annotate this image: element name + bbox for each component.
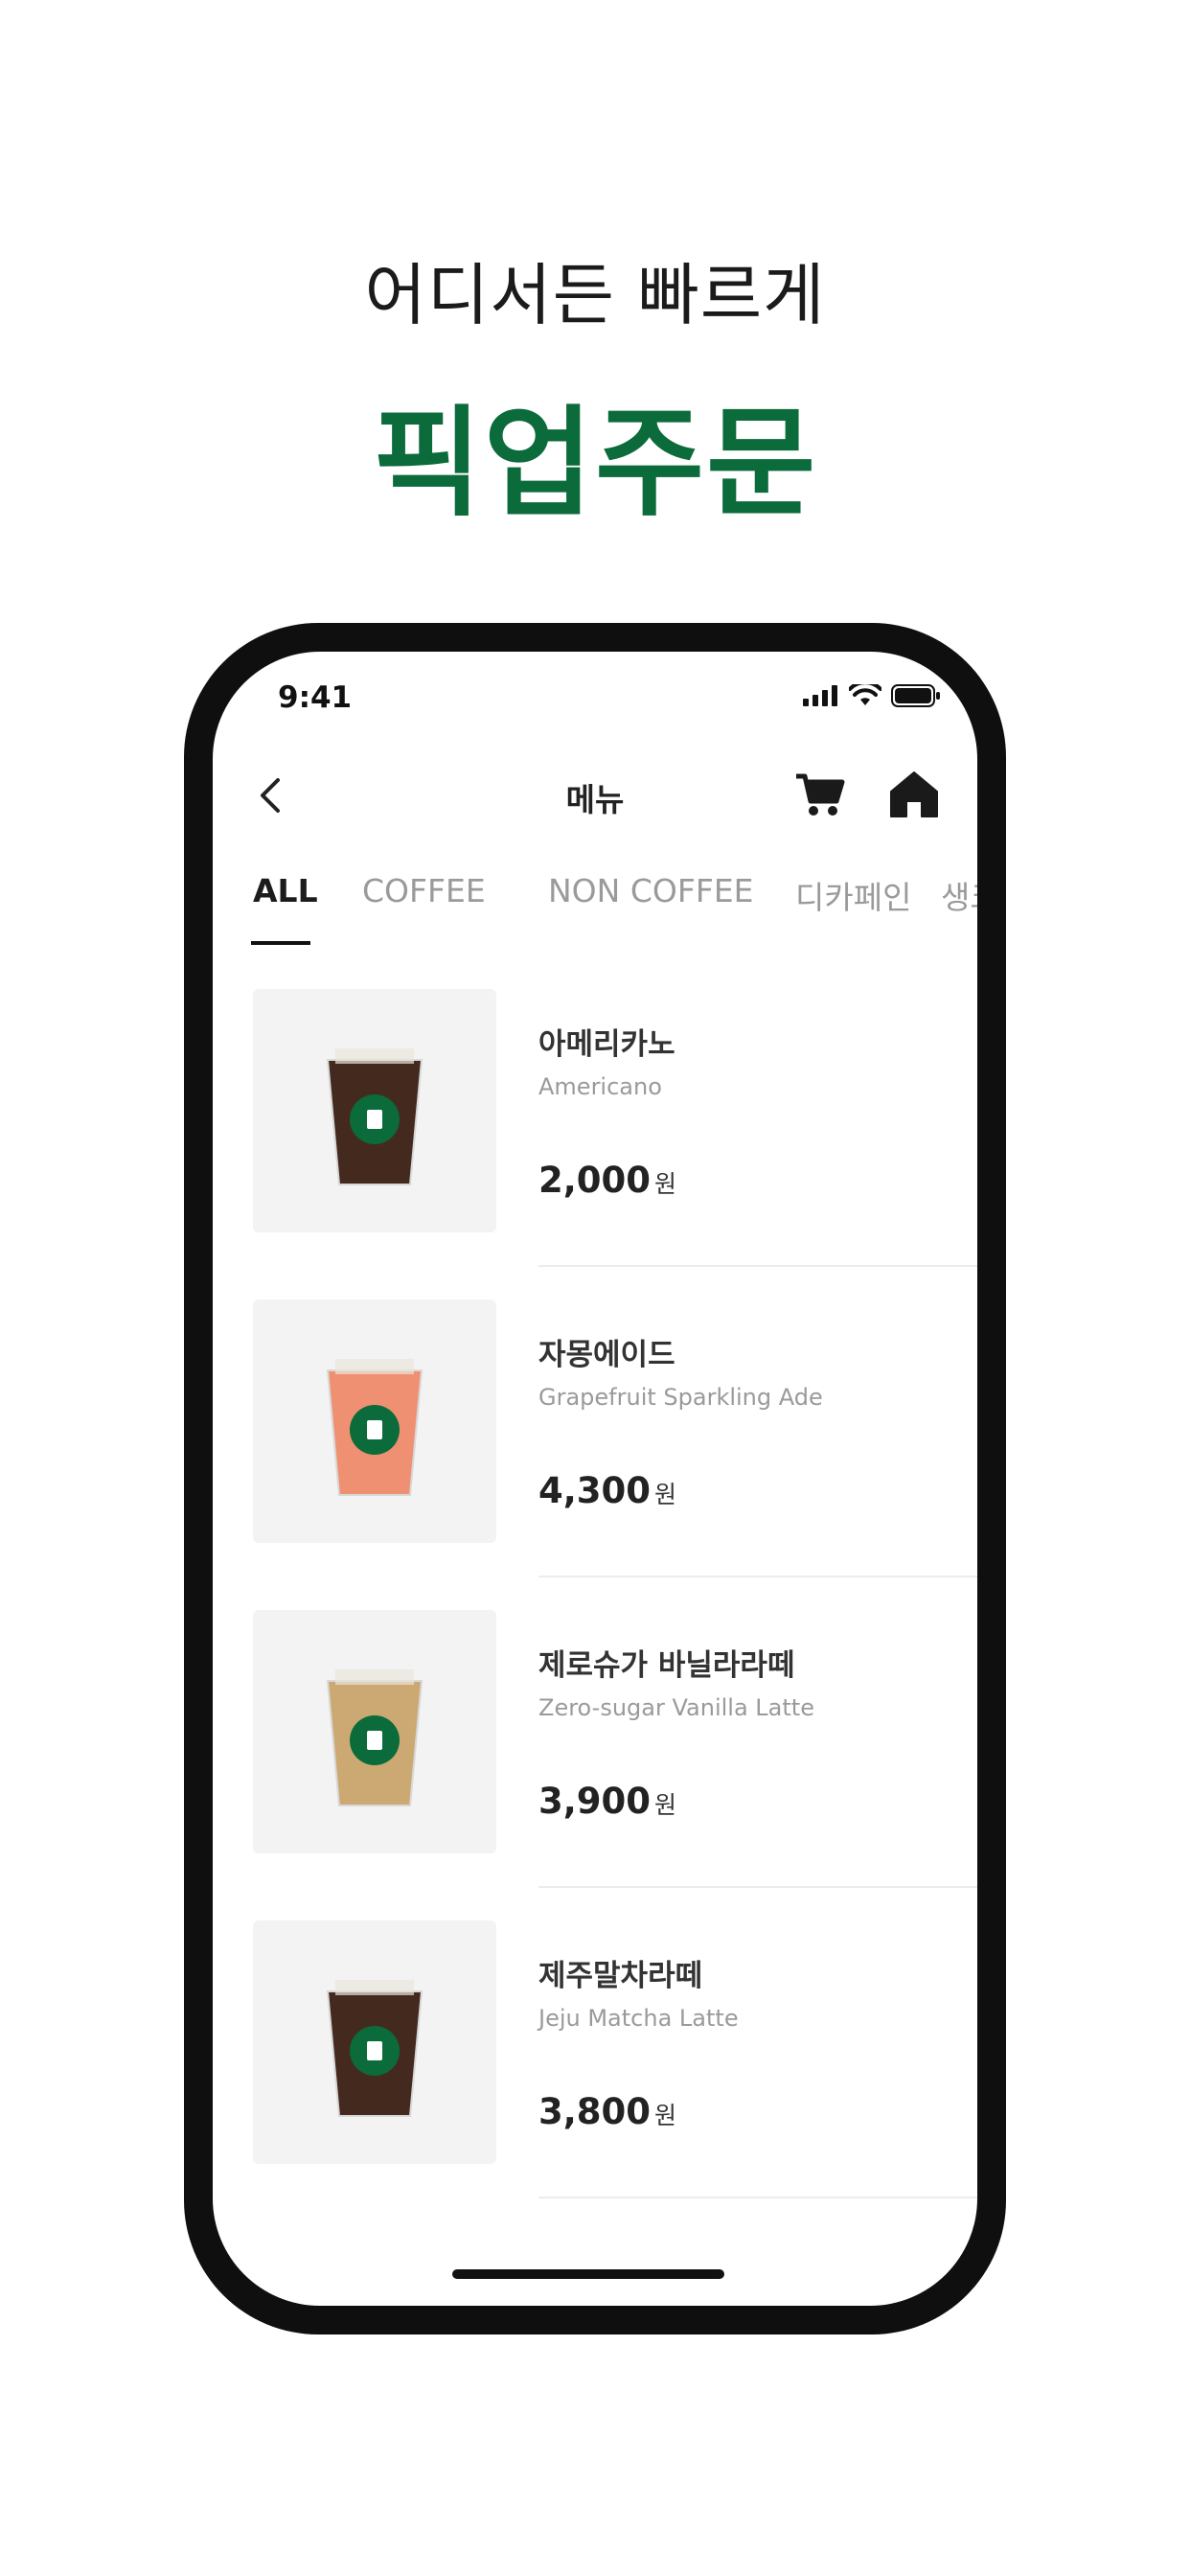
menu-item-price: 4,300 원 [538,1470,676,1511]
price-value: 3,800 [538,2091,652,2132]
promo-headline-main: 픽업주문 [372,395,818,533]
menu-item-name: 아메리카노 [538,1027,675,1062]
app-header: 메뉴 [213,748,977,843]
menu-item-name: 제주말차라떼 [538,1959,703,1993]
signal-icon [803,685,837,706]
drink-cup-icon [326,1359,423,1496]
promo-headline: 어디서든 빠르게 [364,256,826,334]
drink-cup-icon [326,1669,423,1806]
active-tab-indicator [251,941,310,945]
menu-item[interactable]: 제로슈가 바닐라라떼 Zero-sugar Vanilla Latte 3,900 원 [213,1610,977,1920]
price-currency: 원 [654,1481,677,1508]
price-value: 3,900 [538,1781,652,1822]
tab-coffee[interactable]: COFFEE [362,872,486,909]
menu-item-name: 제로슈가 바닐라라떼 [538,1648,795,1683]
menu-item[interactable]: 아메리카노 Americano 2,000 원 [213,989,977,1300]
price-currency: 원 [654,1791,677,1819]
menu-item-name: 자몽에이드 [538,1338,675,1372]
tab-non-coffee[interactable]: NON COFFEE [548,872,754,909]
price-currency: 원 [654,1170,677,1198]
price-value: 2,000 [538,1160,652,1201]
menu-item-name-en: Jeju Matcha Latte [538,2005,739,2032]
page-title: 메뉴 [565,781,625,818]
status-icons [803,684,941,707]
drink-cup-icon [326,1980,423,2117]
price-currency: 원 [654,2102,677,2129]
category-tabs: ALL COFFEE NON COFFEE 디카페인 생크 [213,872,977,949]
menu-item[interactable]: 제주말차라떼 Jeju Matcha Latte 3,800 원 [213,1920,977,2231]
status-bar: 9:41 [213,652,977,728]
item-divider [538,1576,977,1577]
item-divider [538,1886,977,1888]
menu-item-name-en: Grapefruit Sparkling Ade [538,1384,823,1411]
drink-image[interactable] [253,1610,496,1853]
menu-item-price: 2,000 원 [538,1160,676,1201]
price-value: 4,300 [538,1470,652,1511]
phone-frame: 9:41 메뉴 ALL COFFEE NON COFFEE 디카페인 생 아메리… [184,623,1006,2334]
phone-screen: 9:41 메뉴 ALL COFFEE NON COFFEE 디카페인 생 아메리… [213,652,977,2306]
menu-item-price: 3,900 원 [538,1781,676,1822]
item-divider [538,2196,977,2198]
drink-image[interactable] [253,1920,496,2164]
item-divider [538,1265,977,1267]
home-icon[interactable] [887,767,941,820]
tab-cream[interactable]: 생크 [941,872,977,918]
drink-image[interactable] [253,989,496,1232]
status-time: 9:41 [278,680,353,715]
drink-image[interactable] [253,1300,496,1543]
home-indicator[interactable] [452,2269,724,2279]
cart-icon[interactable] [792,767,848,822]
tab-all[interactable]: ALL [253,872,318,909]
tab-decaf[interactable]: 디카페인 [795,872,911,918]
menu-item[interactable]: 자몽에이드 Grapefruit Sparkling Ade 4,300 원 [213,1300,977,1610]
battery-icon [891,684,940,707]
drink-cup-icon [326,1048,423,1185]
wifi-icon [849,684,881,705]
menu-item-price: 3,800 원 [538,2091,676,2132]
menu-item-name-en: Zero-sugar Vanilla Latte [538,1694,814,1721]
menu-item-name-en: Americano [538,1073,662,1100]
